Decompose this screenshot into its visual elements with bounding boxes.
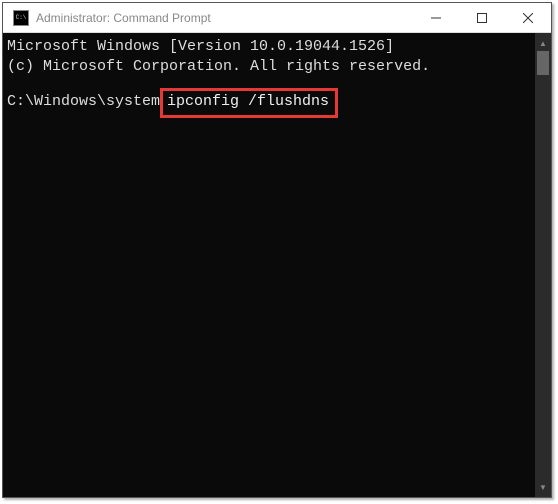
command-highlight: ipconfig /flushdns [160,88,338,118]
window-title: Administrator: Command Prompt [36,11,211,25]
window-controls [413,3,551,32]
minimize-icon [431,13,441,23]
maximize-icon [477,13,487,23]
command-prompt-window: Administrator: Command Prompt Microsoft … [2,2,552,498]
typed-command: ipconfig /flushdns [167,93,329,110]
maximize-button[interactable] [459,3,505,32]
scroll-up-arrow[interactable]: ▲ [535,35,551,51]
close-button[interactable] [505,3,551,32]
prompt-line: C:\Windows\system ipconfig /flushdns [7,88,531,118]
scroll-down-arrow[interactable]: ▼ [535,479,551,495]
minimize-button[interactable] [413,3,459,32]
version-line: Microsoft Windows [Version 10.0.19044.15… [7,37,531,57]
title-bar[interactable]: Administrator: Command Prompt [3,3,551,33]
copyright-line: (c) Microsoft Corporation. All rights re… [7,57,531,77]
cmd-icon [13,10,29,26]
close-icon [523,13,533,23]
scroll-thumb[interactable] [537,51,549,75]
terminal-area: Microsoft Windows [Version 10.0.19044.15… [3,33,551,497]
terminal-output[interactable]: Microsoft Windows [Version 10.0.19044.15… [3,33,535,497]
vertical-scrollbar[interactable]: ▲ ▼ [535,33,551,497]
prompt-path: C:\Windows\system [7,93,160,110]
